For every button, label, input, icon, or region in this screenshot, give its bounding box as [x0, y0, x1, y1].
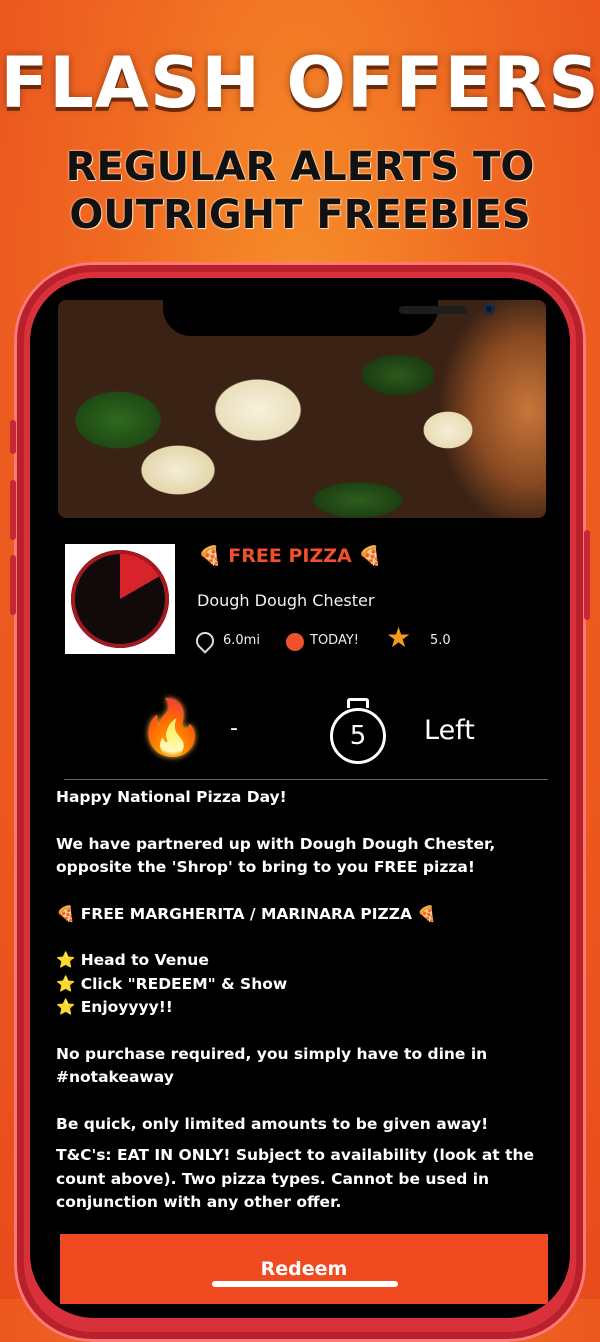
description-paragraph: We have partnered up with Dough Dough Ch… [56, 834, 496, 877]
phone-volume-down [10, 555, 16, 615]
phone-power-button [584, 530, 590, 620]
redeem-button[interactable]: Redeem [60, 1234, 548, 1304]
offer-availability: TODAY! [310, 633, 359, 648]
location-pin-icon [192, 628, 218, 654]
flame-icon: 🔥 [138, 696, 206, 759]
app-screen: 🍕 FREE PIZZA 🍕 Dough Dough Chester 6.0mi… [30, 278, 570, 1318]
description-paragraph: Happy National Pizza Day! [56, 788, 287, 806]
stopwatch-icon: 5 [330, 708, 386, 764]
star-icon: ★ [386, 621, 412, 654]
promo-headline: FLASH OFFERS [0, 42, 600, 124]
dot-icon [286, 633, 304, 651]
phone-notch [163, 278, 495, 336]
offer-title: 🍕 FREE PIZZA 🍕 [198, 545, 382, 567]
stopwatch-top [347, 698, 369, 708]
phone-volume-up [10, 480, 16, 540]
home-indicator[interactable] [212, 1281, 398, 1287]
venue-logo[interactable] [65, 544, 175, 654]
promo-subheadline: REGULAR ALERTS TO OUTRIGHT FREEBIES [65, 144, 535, 238]
offer-rating: 5.0 [430, 633, 451, 648]
phone-side-button [10, 420, 16, 454]
speaker-grille [399, 306, 467, 314]
front-camera [483, 303, 495, 315]
remaining-count: 5 [349, 721, 367, 751]
venue-logo-mark [71, 550, 169, 648]
terms-and-conditions: T&C's: EAT IN ONLY! Subject to availabil… [56, 1146, 535, 1211]
divider [64, 779, 548, 780]
claimed-count: - [230, 716, 238, 741]
description-paragraph: Be quick, only limited amounts to be giv… [56, 1114, 489, 1133]
description-paragraph: No purchase required, you simply have to… [56, 1044, 488, 1087]
offer-distance: 6.0mi [223, 633, 260, 648]
description-paragraph: 🍕 FREE MARGHERITA / MARINARA PIZZA 🍕 [56, 904, 437, 923]
offer-description: Happy National Pizza Day! We have partne… [56, 786, 536, 1215]
remaining-label: Left [424, 715, 475, 746]
venue-name[interactable]: Dough Dough Chester [197, 591, 374, 610]
description-steps: ⭐ Head to Venue ⭐ Click "REDEEM" & Show … [56, 951, 288, 1016]
